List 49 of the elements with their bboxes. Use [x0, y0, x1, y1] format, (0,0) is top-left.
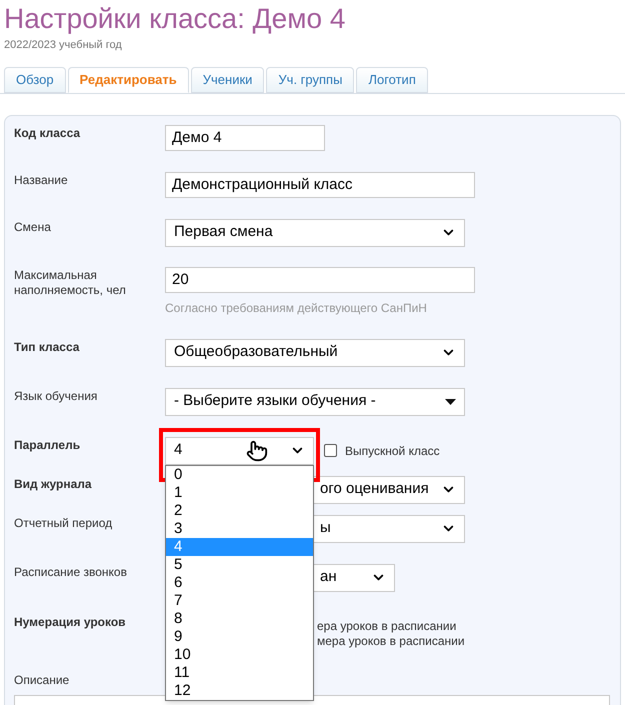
field-label: Язык обучения [14, 388, 98, 404]
select-field[interactable]: - Выберите языки обучения - [165, 388, 465, 416]
text-field[interactable]: Демо 4 [165, 124, 325, 150]
hand-cursor-icon [246, 440, 268, 462]
dropdown-option[interactable]: 1 [166, 484, 313, 502]
field-label: Описание [14, 672, 70, 688]
select-value: Общеобразовательный [174, 342, 338, 362]
dropdown-option[interactable]: 6 [166, 574, 313, 592]
dropdown-option[interactable]: 5 [166, 556, 313, 574]
field-label: Вид журнала [14, 476, 93, 492]
tab[interactable]: Уч. группы [266, 66, 354, 92]
dropdown-option[interactable]: 8 [166, 610, 313, 628]
field-label: Название [14, 172, 69, 188]
option-text: мера уроков в расписании [317, 634, 465, 648]
field-label: Расписание звонков [14, 564, 128, 580]
checkbox-label: Выпускной класс [345, 442, 440, 460]
dropdown-option[interactable]: 11 [166, 664, 313, 682]
dropdown-option[interactable]: 9 [166, 628, 313, 646]
dropdown-option[interactable]: 7 [166, 592, 313, 610]
field-label: Код класса [14, 124, 82, 140]
field-label: Тип класса [14, 338, 80, 354]
field-label: Нумерация уроков [14, 614, 127, 630]
tab[interactable]: Ученики [190, 66, 264, 92]
select-value: ы [320, 518, 331, 538]
field-label: Отчетный период [14, 514, 114, 530]
tab[interactable]: Обзор [4, 66, 66, 92]
select-field[interactable]: 4 [165, 436, 314, 464]
page-title: Настройки класса: Демо 4 [4, 3, 346, 35]
select-value: ан [320, 567, 337, 588]
dropdown-option[interactable]: 12 [166, 682, 313, 700]
checkbox[interactable] [324, 444, 337, 457]
tab[interactable]: Логотип [356, 66, 428, 92]
field-label: Параллель [14, 436, 82, 452]
select-value: - Выберите языки обучения - [174, 391, 376, 412]
caret-icon [445, 398, 456, 404]
page-subtitle: 2022/2023 учебный год [4, 38, 123, 53]
select-value: 4 [174, 440, 182, 460]
dropdown-option[interactable]: 10 [166, 646, 313, 664]
field-label: Максимальная наполняемость, чел [14, 266, 127, 298]
dropdown-option[interactable]: 3 [166, 520, 313, 538]
field-label: Смена [14, 218, 52, 234]
select-value: ого оценивания [320, 479, 429, 500]
hint-text: Согласно требованиям действующего СанПиН [165, 300, 428, 316]
select-value: Первая смена [174, 222, 273, 242]
option-text: ера уроков в расписании [317, 618, 458, 634]
text-field[interactable]: Демонстрационный класс [165, 172, 475, 198]
select-field[interactable]: Общеобразовательный [165, 338, 465, 366]
text-field[interactable]: 20 [165, 266, 475, 292]
select-field[interactable]: Первая смена [165, 218, 465, 246]
